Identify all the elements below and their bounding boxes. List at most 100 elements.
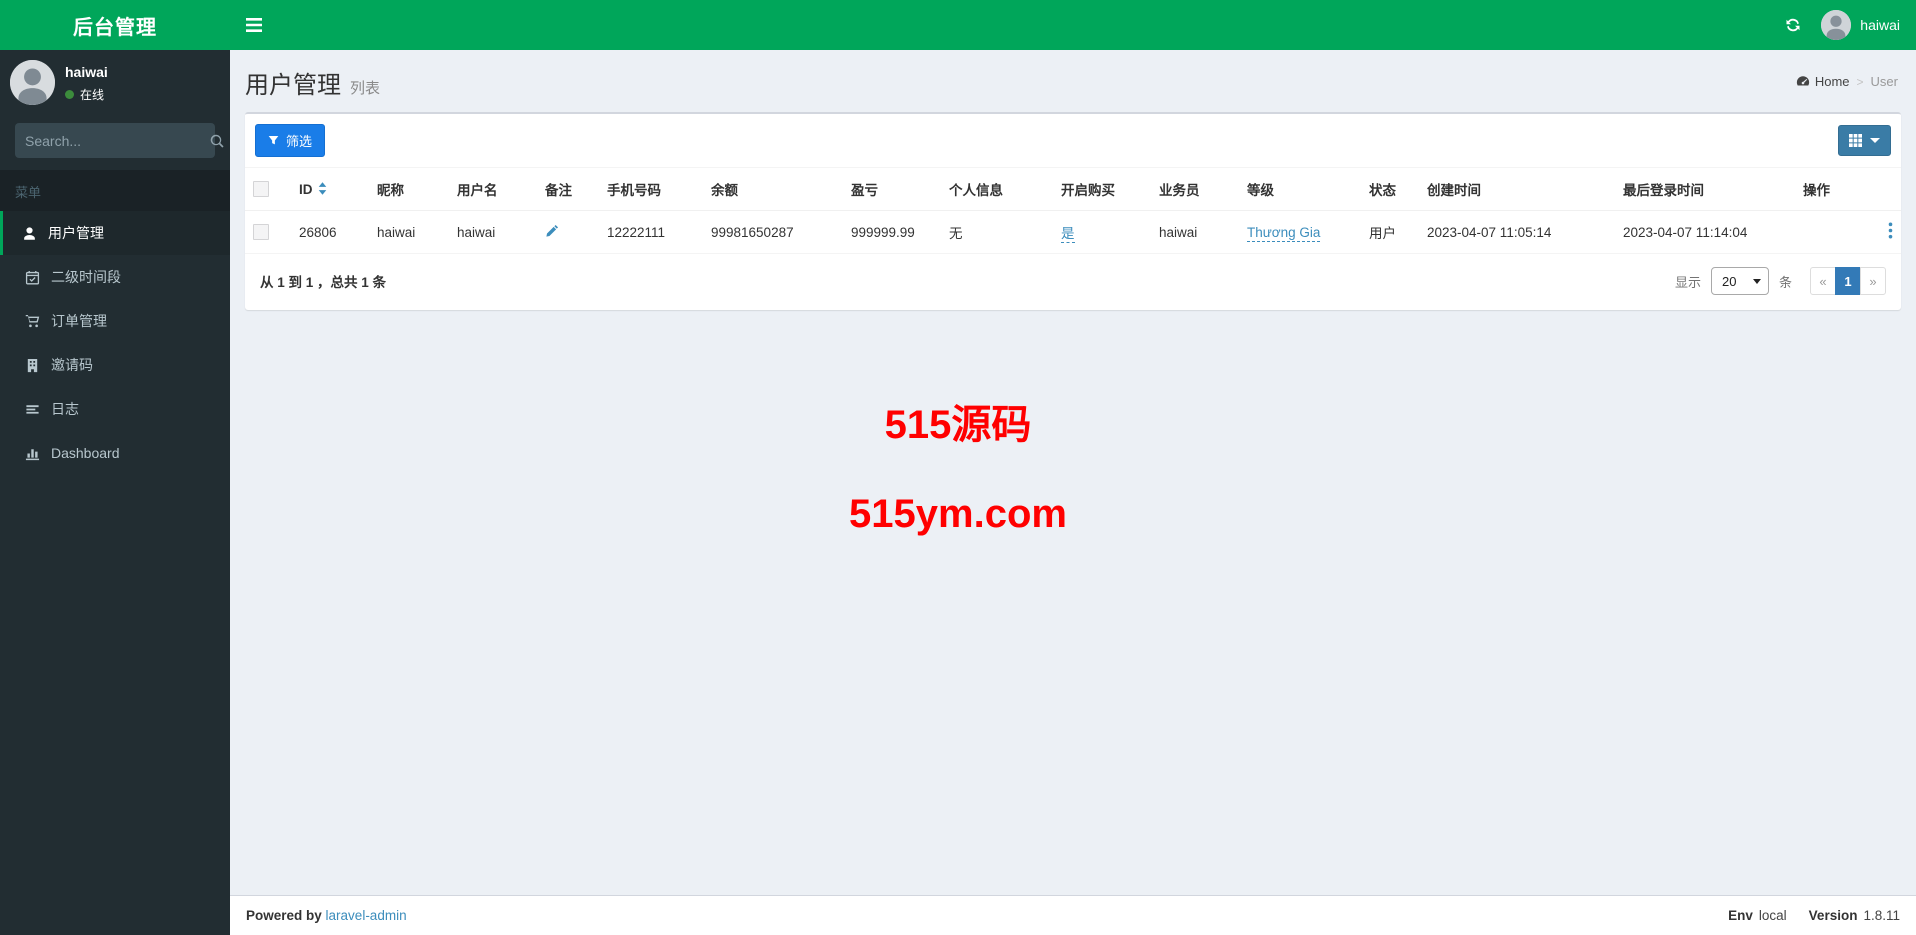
- refresh-icon: [1785, 17, 1801, 33]
- app-logo-text: 后台管理: [73, 16, 157, 39]
- cell-remark: [537, 210, 599, 254]
- sidebar-search: [15, 123, 224, 158]
- cell-created-at: 2023-04-07 11:05:14: [1419, 210, 1615, 254]
- column-header-balance: 余额: [703, 168, 843, 211]
- env-value: local: [1758, 908, 1787, 923]
- sidebar-user-avatar: [10, 60, 55, 105]
- navbar-user-avatar: [1821, 10, 1852, 40]
- select-all-checkbox[interactable]: [253, 181, 269, 198]
- bar-chart-icon: [24, 446, 40, 461]
- sidebar-item-users[interactable]: 用户管理: [0, 211, 230, 255]
- per-page-select-wrap: 20: [1710, 267, 1769, 295]
- cell-level: Thương Gia: [1239, 210, 1361, 254]
- sidebar-item-label: 日志: [51, 401, 79, 417]
- list-icon: [24, 402, 40, 417]
- per-page-select[interactable]: 20: [1710, 267, 1769, 295]
- cell-purchase-enabled: 是: [1053, 210, 1151, 254]
- column-header-personal-info: 个人信息: [941, 168, 1053, 211]
- env-label: Env: [1728, 908, 1753, 923]
- cell-personal-info: 无: [941, 210, 1053, 254]
- column-header-remark: 备注: [537, 168, 599, 211]
- cell-username: haiwai: [449, 210, 537, 254]
- column-header-created-at: 创建时间: [1419, 168, 1615, 211]
- sidebar-item-label: Dashboard: [51, 445, 120, 461]
- pagination: « 1 »: [1810, 267, 1886, 295]
- column-header-id: ID: [291, 168, 369, 211]
- sidebar-item-invite-codes[interactable]: 邀请码: [0, 343, 230, 387]
- breadcrumb-separator: >: [1856, 74, 1864, 89]
- cell-status: 用户: [1361, 210, 1419, 254]
- users-table: ID 昵称 用户名 备注 手机号码 余额 盈亏 个人信息 开启购买 业务员 等级…: [245, 168, 1901, 254]
- sidebar-item-dashboard[interactable]: Dashboard: [0, 431, 230, 475]
- cell-salesman: haiwai: [1151, 210, 1239, 254]
- navbar-username: haiwai: [1860, 17, 1900, 33]
- app-logo[interactable]: 后台管理: [0, 0, 230, 50]
- page-subtitle: 列表: [350, 80, 381, 97]
- column-header-nickname: 昵称: [369, 168, 449, 211]
- column-header-last-login: 最后登录时间: [1615, 168, 1795, 211]
- cell-balance: 99981650287: [703, 210, 843, 254]
- per-page-label: 显示: [1674, 274, 1701, 290]
- sidebar: haiwai 在线 菜单 用户管理二级时间段订单管理邀请码日志 Dashboard: [0, 50, 230, 935]
- table-grid-icon: [1849, 134, 1862, 147]
- sort-icon[interactable]: [318, 181, 327, 195]
- sidebar-search-input[interactable]: [25, 132, 206, 149]
- breadcrumb: Home > User: [1796, 74, 1898, 89]
- grid-box: 筛选 ID 昵称 用户名 备注 手机号码 余额 盈亏 个人信息 开启购买 业务员…: [245, 112, 1901, 310]
- edit-remark-button[interactable]: [545, 224, 559, 238]
- column-header-level: 等级: [1239, 168, 1361, 211]
- online-status-label: 在线: [80, 88, 105, 102]
- column-header-phone: 手机号码: [599, 168, 703, 211]
- column-header-actions: 操作: [1795, 168, 1901, 211]
- online-status-dot: [65, 90, 74, 99]
- sidebar-search-button[interactable]: [206, 130, 228, 152]
- version-value: 1.8.11: [1863, 908, 1900, 923]
- cell-profit: 999999.99: [843, 210, 941, 254]
- search-icon: [210, 134, 224, 148]
- table-row: 26806 haiwai haiwai 12222111 99981650287: [245, 210, 1901, 254]
- caret-down-icon: [1870, 138, 1880, 143]
- page-title: 用户管理: [245, 72, 341, 99]
- table-header-row: ID 昵称 用户名 备注 手机号码 余额 盈亏 个人信息 开启购买 业务员 等级…: [245, 168, 1901, 211]
- row-actions-button[interactable]: [1888, 222, 1893, 239]
- pagination-page-1[interactable]: 1: [1835, 267, 1861, 295]
- column-header-status: 状态: [1361, 168, 1419, 211]
- laravel-admin-link[interactable]: laravel-admin: [326, 908, 407, 923]
- sidebar-item-logs[interactable]: 日志: [0, 387, 230, 431]
- user-icon: [21, 226, 37, 241]
- pagination-prev-button[interactable]: «: [1810, 267, 1836, 295]
- sidebar-item-time-periods[interactable]: 二级时间段: [0, 255, 230, 299]
- sidebar-menu-header: 菜单: [0, 170, 230, 211]
- cart-icon: [24, 314, 40, 329]
- building-icon: [24, 358, 40, 373]
- column-header-profit: 盈亏: [843, 168, 941, 211]
- sidebar-item-label: 邀请码: [51, 357, 93, 373]
- column-header-salesman: 业务员: [1151, 168, 1239, 211]
- row-checkbox[interactable]: [253, 224, 269, 241]
- dashboard-icon: [1796, 75, 1810, 88]
- hamburger-icon: [246, 18, 262, 32]
- sidebar-menu: 用户管理二级时间段订单管理邀请码日志 Dashboard: [0, 211, 230, 475]
- column-header-username: 用户名: [449, 168, 537, 211]
- sidebar-item-orders[interactable]: 订单管理: [0, 299, 230, 343]
- pagination-next-button[interactable]: »: [1860, 267, 1886, 295]
- navbar-user-menu[interactable]: haiwai: [1821, 0, 1900, 50]
- cell-last-login: 2023-04-07 11:14:04: [1615, 210, 1795, 254]
- pencil-icon: [545, 224, 559, 238]
- sidebar-item-label: 二级时间段: [51, 269, 121, 285]
- per-page-unit: 条: [1778, 274, 1792, 290]
- sidebar-toggle-button[interactable]: [230, 0, 278, 50]
- breadcrumb-current: User: [1870, 74, 1898, 89]
- powered-by-label: Powered by: [246, 908, 322, 923]
- breadcrumb-home-link[interactable]: Home: [1796, 74, 1850, 89]
- filter-button[interactable]: 筛选: [255, 124, 326, 157]
- refresh-button[interactable]: [1785, 0, 1801, 50]
- top-navbar: haiwai: [230, 0, 1916, 50]
- sidebar-username: haiwai: [65, 64, 108, 80]
- level-link[interactable]: Thương Gia: [1247, 224, 1321, 242]
- sidebar-user-panel: haiwai 在线: [0, 50, 230, 115]
- cell-phone: 12222111: [599, 210, 703, 254]
- column-selector-button[interactable]: [1838, 125, 1891, 156]
- purchase-enabled-link[interactable]: 是: [1061, 226, 1075, 243]
- main-footer: Powered by laravel-admin Env local Versi…: [230, 895, 1916, 935]
